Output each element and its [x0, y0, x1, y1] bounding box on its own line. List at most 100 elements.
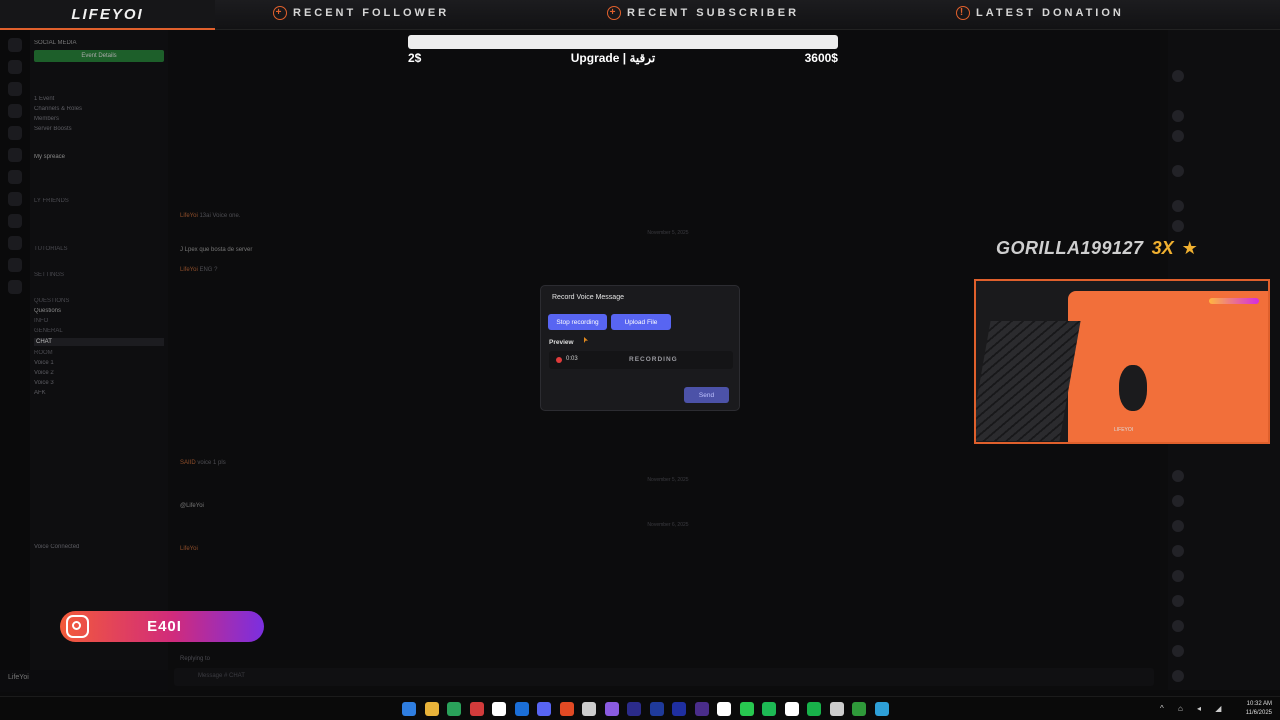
server-icon[interactable] — [8, 104, 22, 118]
user-name[interactable]: LifeYoi — [8, 674, 29, 681]
member-item[interactable] — [1172, 470, 1184, 482]
taskbar-app-icon[interactable] — [807, 702, 821, 716]
member-item[interactable] — [1172, 645, 1184, 657]
server-icon[interactable] — [8, 38, 22, 52]
sidebar-section-my-spreace[interactable]: My spreace — [34, 154, 164, 160]
server-icon[interactable] — [8, 60, 22, 74]
taskbar-app-icon[interactable] — [829, 702, 844, 716]
taskbar-app-icon[interactable] — [492, 702, 506, 716]
taskbar-app-icon[interactable] — [582, 702, 596, 716]
cam-badge — [1209, 298, 1259, 304]
sidebar-item-members[interactable]: Members — [34, 116, 164, 122]
sidebar-section-friends[interactable]: LY FRIENDS — [34, 198, 164, 204]
member-item[interactable] — [1172, 620, 1184, 632]
taskbar-app-icon[interactable] — [559, 702, 574, 716]
server-icon[interactable] — [8, 236, 22, 250]
send-button[interactable]: Send — [684, 387, 729, 403]
member-item[interactable] — [1172, 570, 1184, 582]
goal-title: Upgrade | ترقية — [570, 51, 656, 65]
voice-connected-status: Voice Connected — [34, 544, 80, 550]
member-item[interactable] — [1172, 70, 1184, 82]
taskbar-app-icon[interactable] — [402, 702, 416, 716]
taskbar-app-icon[interactable] — [537, 702, 551, 716]
taskbar-app-icon[interactable] — [762, 702, 776, 716]
taskbar-app-icon[interactable] — [627, 702, 641, 716]
channel-chat[interactable]: CHAT — [34, 338, 164, 346]
taskbar-app-icon[interactable] — [717, 702, 731, 716]
taskbar-app-icon[interactable] — [784, 702, 799, 716]
cam-tag: LIFEYOI — [1114, 427, 1134, 433]
server-icon[interactable] — [8, 192, 22, 206]
taskbar-app-icon[interactable] — [852, 702, 866, 716]
keyboard-image — [976, 321, 1081, 441]
server-icon[interactable] — [8, 82, 22, 96]
system-tray[interactable]: ^ ⌂ ◂ ◢ — [1160, 704, 1227, 713]
server-icon[interactable] — [8, 214, 22, 228]
taskbar-app-icon[interactable] — [447, 702, 461, 716]
server-icon[interactable] — [8, 126, 22, 140]
member-item[interactable] — [1172, 595, 1184, 607]
server-list — [0, 30, 30, 690]
taskbar-app-icon[interactable] — [694, 702, 709, 716]
member-item[interactable] — [1172, 495, 1184, 507]
sidebar-section-room[interactable]: Room — [34, 350, 164, 356]
event-details-button[interactable]: Event Details — [34, 50, 164, 62]
taskbar-app-icon[interactable] — [649, 702, 664, 716]
taskbar-apps — [402, 702, 889, 716]
message-input[interactable]: Message # CHAT — [174, 668, 1154, 686]
modal-title: Record Voice Message — [552, 294, 624, 301]
avatar — [1172, 200, 1184, 212]
mouse-image — [1119, 365, 1147, 411]
channel-voice-2[interactable]: Voice 2 — [34, 370, 164, 376]
taskbar-app-icon[interactable] — [739, 702, 754, 716]
channel-afk[interactable]: AFK — [34, 390, 164, 396]
plus-icon: + — [273, 6, 287, 20]
sidebar-section-tutorials[interactable]: Tutorials — [34, 246, 164, 252]
channel-voice-3[interactable]: Voice 3 — [34, 380, 164, 386]
avatar — [1172, 570, 1184, 582]
upgrade-goal-widget: 2$ Upgrade | ترقية 3600$ — [408, 35, 838, 65]
taskbar-app-icon[interactable] — [604, 702, 619, 716]
member-item[interactable] — [1172, 520, 1184, 532]
taskbar-clock[interactable]: 10:32 AM 11/6/2025 — [1246, 700, 1272, 718]
server-icon[interactable] — [8, 258, 22, 272]
stop-recording-button[interactable]: Stop recording — [548, 314, 607, 330]
taskbar-app-icon[interactable] — [874, 702, 889, 716]
member-item[interactable] — [1172, 200, 1184, 212]
sidebar-item-server-boosts[interactable]: Server Boosts — [34, 126, 164, 132]
member-item[interactable] — [1172, 110, 1184, 122]
member-item[interactable] — [1172, 220, 1184, 232]
taskbar-app-icon[interactable] — [424, 702, 439, 716]
member-item[interactable] — [1172, 130, 1184, 142]
gifter-name: GORILLA199127 — [996, 238, 1144, 258]
server-icon[interactable] — [8, 280, 22, 294]
star-icon: ★ — [1181, 238, 1198, 258]
recording-time: 0:03 — [566, 356, 578, 362]
sidebar-item-channels-roles[interactable]: Channels & Roles — [34, 106, 164, 112]
upload-file-button[interactable]: Upload File — [611, 314, 671, 330]
gift-multiplier: 3X — [1151, 238, 1174, 258]
sidebar-section-questions[interactable]: Questions — [34, 298, 164, 304]
taskbar-app-icon[interactable] — [514, 702, 529, 716]
sidebar-section-general[interactable]: General — [34, 328, 164, 334]
sidebar-section-settings[interactable]: Settings — [34, 272, 164, 278]
avatar — [1172, 495, 1184, 507]
channel-questions[interactable]: Questions — [34, 308, 164, 314]
member-item[interactable] — [1172, 545, 1184, 557]
taskbar-app-icon[interactable] — [469, 702, 484, 716]
channel-voice-1[interactable]: Voice 1 — [34, 360, 164, 366]
record-voice-modal: Record Voice Message Stop recording Uplo… — [540, 285, 740, 411]
sidebar-item-events[interactable]: 1 Event — [34, 96, 164, 102]
instagram-banner: E40I — [60, 611, 264, 642]
server-icon[interactable] — [8, 170, 22, 184]
gift-alert: GORILLA199127 3X ★ — [996, 238, 1198, 259]
goal-progress-bar — [408, 35, 838, 49]
server-icon[interactable] — [8, 148, 22, 162]
member-item[interactable] — [1172, 165, 1184, 177]
avatar — [1172, 670, 1184, 682]
member-item[interactable] — [1172, 670, 1184, 682]
sidebar-section-info[interactable]: Info — [34, 318, 164, 324]
taskbar-app-icon[interactable] — [672, 702, 686, 716]
avatar — [1172, 130, 1184, 142]
desk-mat — [1068, 291, 1268, 442]
